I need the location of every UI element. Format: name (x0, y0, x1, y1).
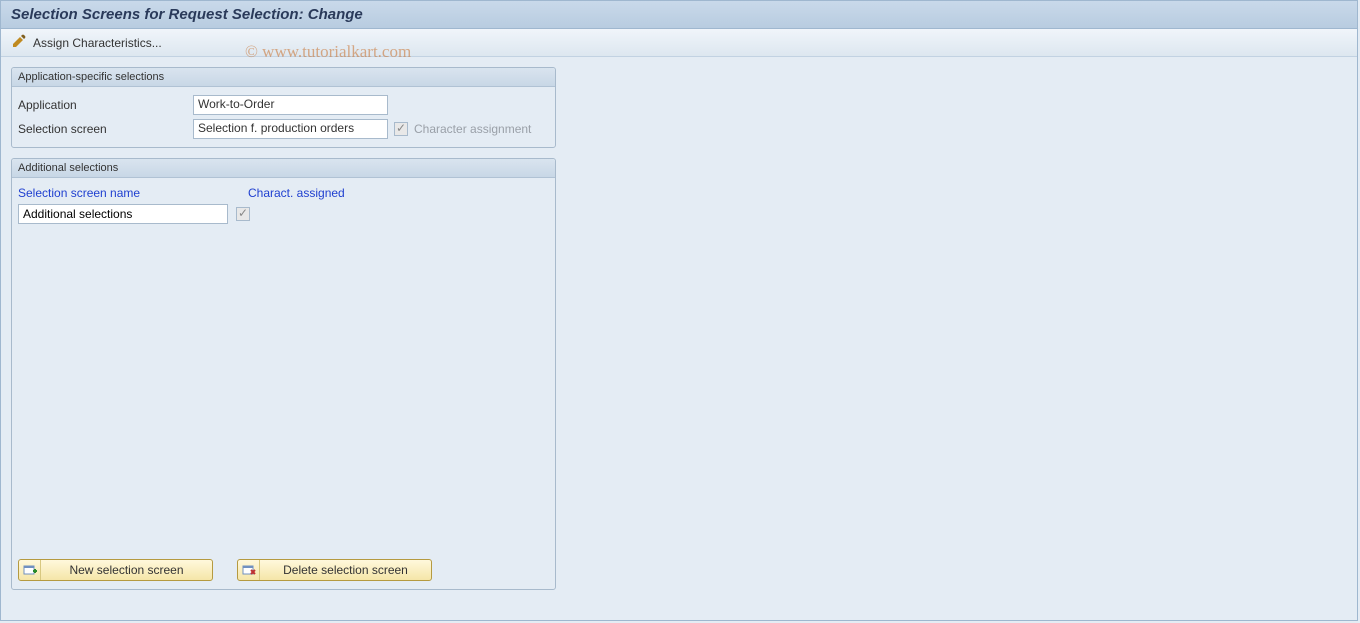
character-assignment-label: Character assignment (414, 122, 531, 136)
assign-characteristics-button[interactable]: Assign Characteristics... (33, 36, 162, 50)
application-field[interactable]: Work-to-Order (193, 95, 388, 115)
col-header-name: Selection screen name (18, 186, 248, 200)
group-title-additional: Additional selections (12, 159, 555, 178)
content-area: Application-specific selections Applicat… (1, 57, 1357, 610)
application-label: Application (18, 98, 193, 112)
selection-screen-name-input[interactable] (18, 204, 228, 224)
toolbar: Assign Characteristics... (1, 29, 1357, 57)
selection-screen-label: Selection screen (18, 122, 193, 136)
delete-selection-screen-label: Delete selection screen (260, 563, 431, 577)
group-title-app: Application-specific selections (12, 68, 555, 87)
group-application-specific: Application-specific selections Applicat… (11, 67, 556, 148)
character-assignment-checkbox (394, 122, 408, 136)
sap-window: Selection Screens for Request Selection:… (0, 0, 1358, 621)
delete-selection-screen-button[interactable]: Delete selection screen (237, 559, 432, 581)
col-header-assigned: Charact. assigned (248, 186, 398, 200)
assigned-checkbox (236, 207, 250, 221)
create-icon (19, 560, 41, 580)
pencil-icon (11, 33, 27, 52)
group-additional-selections: Additional selections Selection screen n… (11, 158, 556, 590)
new-selection-screen-label: New selection screen (41, 563, 212, 577)
selection-screen-field[interactable]: Selection f. production orders (193, 119, 388, 139)
page-title: Selection Screens for Request Selection:… (1, 1, 1357, 29)
new-selection-screen-button[interactable]: New selection screen (18, 559, 213, 581)
table-row (18, 204, 549, 224)
delete-icon (238, 560, 260, 580)
